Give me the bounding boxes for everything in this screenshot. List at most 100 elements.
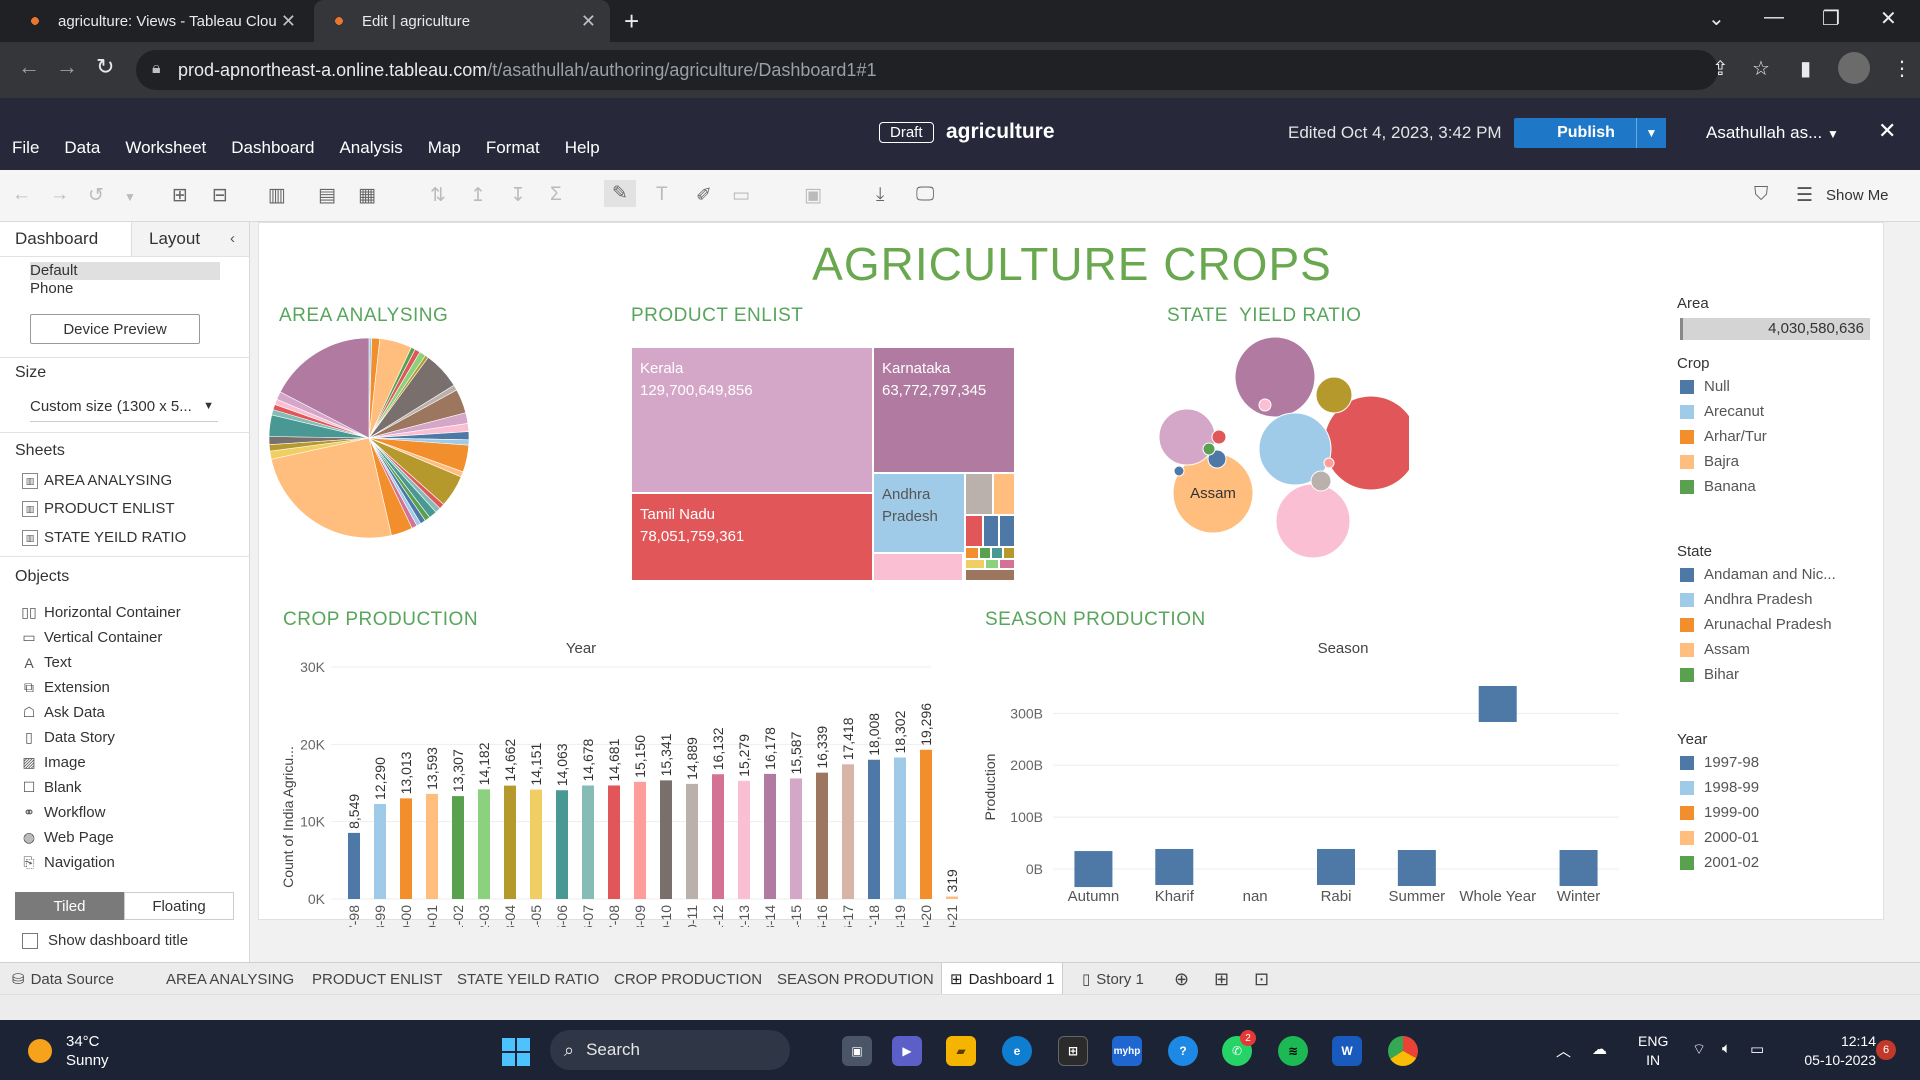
object-image[interactable]: ▨ Image bbox=[20, 754, 85, 771]
reload-icon[interactable]: ↻ bbox=[96, 54, 114, 80]
treemap-cell[interactable] bbox=[965, 473, 993, 515]
file-explorer-icon[interactable]: ▰ bbox=[946, 1036, 976, 1066]
new-worksheet-icon[interactable]: ▥ bbox=[268, 184, 286, 207]
sheet-item-area-analysing[interactable]: ▥ AREA ANALYSING bbox=[22, 472, 172, 489]
treemap-cell-tamil-nadu[interactable]: Tamil Nadu 78,051,759,361 bbox=[631, 493, 873, 581]
show-labels-icon[interactable]: T bbox=[656, 184, 668, 206]
format-workbook-icon[interactable]: ✐ bbox=[696, 184, 712, 207]
object-web-page[interactable]: ◍ Web Page bbox=[20, 829, 114, 846]
tab-area-analysing[interactable]: AREA ANALYSING bbox=[158, 963, 302, 995]
legend-item[interactable]: 1997-98 bbox=[1680, 754, 1759, 771]
pause-updates-icon[interactable]: ⊟ bbox=[212, 184, 228, 207]
system-clock[interactable]: 12:14 05-10-2023 bbox=[1790, 1032, 1876, 1070]
taskbar-search[interactable]: ⌕ Search bbox=[550, 1030, 790, 1070]
device-default[interactable]: Default bbox=[30, 262, 220, 280]
sheet-item-state-yeild-ratio[interactable]: ▥ STATE YEILD RATIO bbox=[22, 529, 186, 546]
tab-season-prodution[interactable]: SEASON PRODUTION bbox=[769, 963, 942, 995]
device-phone[interactable]: Phone bbox=[30, 280, 220, 298]
store-icon[interactable]: ⊞ bbox=[1058, 1036, 1088, 1066]
treemap-cell[interactable] bbox=[999, 559, 1015, 569]
sort-descending-icon[interactable]: ↧ bbox=[510, 184, 526, 207]
legend-item[interactable]: Bajra bbox=[1680, 453, 1739, 470]
show-dashboard-title-checkbox[interactable]: Show dashboard title bbox=[22, 932, 188, 949]
highlight-icon[interactable]: ✎ bbox=[604, 180, 636, 207]
duplicate-sheet-icon[interactable]: ▤ bbox=[318, 184, 336, 207]
treemap-cell[interactable] bbox=[993, 473, 1015, 515]
treemap-cell[interactable] bbox=[979, 547, 991, 559]
object-vertical-container[interactable]: ▭ Vertical Container bbox=[20, 629, 162, 646]
close-tab-icon[interactable]: ✕ bbox=[281, 11, 296, 32]
treemap-cell[interactable] bbox=[873, 553, 963, 581]
edge-icon[interactable]: e bbox=[1002, 1036, 1032, 1066]
bubble[interactable] bbox=[1258, 398, 1272, 412]
treemap-cell[interactable] bbox=[983, 515, 999, 547]
battery-icon[interactable]: ▭ bbox=[1750, 1040, 1764, 1058]
collapse-pane-icon[interactable]: ‹ bbox=[230, 230, 235, 247]
close-window-icon[interactable]: ✕ bbox=[1880, 6, 1897, 31]
legend-item[interactable]: Assam bbox=[1680, 641, 1750, 658]
legend-item[interactable]: Arecanut bbox=[1680, 403, 1764, 420]
season-mark[interactable] bbox=[1074, 851, 1113, 888]
forward-arrow-icon[interactable]: → bbox=[56, 54, 78, 80]
restore-icon[interactable]: ❐ bbox=[1822, 6, 1840, 31]
menu-file[interactable]: File bbox=[12, 138, 39, 158]
state-yield-bubble-chart[interactable]: Assam bbox=[1149, 333, 1409, 583]
season-mark[interactable] bbox=[1397, 850, 1436, 887]
fit-icon[interactable]: ▭ bbox=[732, 184, 750, 207]
tab-dashboard[interactable]: Dashboard bbox=[15, 222, 130, 256]
season-mark[interactable] bbox=[1559, 850, 1598, 887]
side-panel-icon[interactable]: ▮ bbox=[1800, 56, 1811, 81]
device-preview-button[interactable]: Device Preview bbox=[30, 314, 200, 344]
address-bar[interactable]: 🔒︎ prod-apnortheast-a.online.tableau.com… bbox=[136, 50, 1718, 90]
download-icon[interactable]: ⤓ bbox=[876, 184, 884, 206]
new-story-tab-icon[interactable]: ⊡ bbox=[1246, 963, 1277, 995]
bubble[interactable] bbox=[1202, 442, 1216, 456]
legend-item[interactable]: Arunachal Pradesh bbox=[1680, 616, 1832, 633]
legend-item[interactable]: 1999-00 bbox=[1680, 804, 1759, 821]
treemap-cell[interactable] bbox=[999, 515, 1015, 547]
browser-tab-edit[interactable]: Edit | agriculture ✕ bbox=[314, 0, 610, 42]
word-icon[interactable]: W bbox=[1332, 1036, 1362, 1066]
bubble[interactable] bbox=[1275, 483, 1351, 559]
treemap-cell[interactable] bbox=[965, 515, 983, 547]
onedrive-cloud-icon[interactable]: ☁ bbox=[1592, 1040, 1607, 1058]
legend-item[interactable]: 1998-99 bbox=[1680, 779, 1759, 796]
season-mark[interactable] bbox=[1155, 848, 1194, 885]
legend-item[interactable]: Arhar/Tur bbox=[1680, 428, 1767, 445]
object-text[interactable]: A Text bbox=[20, 654, 71, 671]
object-navigation[interactable]: ⎘ Navigation bbox=[20, 854, 115, 871]
season-production-chart[interactable]: Season Production 0B 100B 200B 300B Autumn Khar… bbox=[981, 637, 1631, 917]
sheet-item-product-enlist[interactable]: ▥ PRODUCT ENLIST bbox=[22, 500, 175, 517]
show-hidden-icons-chevron[interactable]: ︿ bbox=[1556, 1040, 1571, 1061]
undo-icon[interactable]: ← bbox=[12, 184, 31, 206]
bubble[interactable] bbox=[1234, 336, 1316, 418]
weather-widget[interactable]: 34°C Sunny bbox=[28, 1032, 109, 1070]
menu-dashboard[interactable]: Dashboard bbox=[231, 138, 314, 158]
clear-sheet-icon[interactable]: ▦ bbox=[358, 184, 376, 207]
treemap-cell[interactable] bbox=[965, 569, 1015, 581]
workbook-name[interactable]: agriculture bbox=[946, 120, 1055, 144]
object-blank[interactable]: ☐ Blank bbox=[20, 779, 82, 796]
device-preview-icon[interactable]: 🖵︎ bbox=[916, 184, 934, 206]
object-workflow[interactable]: ⚭ Workflow bbox=[20, 804, 105, 821]
tiled-toggle[interactable]: Tiled bbox=[15, 892, 124, 920]
redo-icon[interactable]: → bbox=[50, 184, 69, 206]
object-ask-data[interactable]: ☖ Ask Data bbox=[20, 704, 105, 721]
tab-state-yeild-ratio[interactable]: STATE YEILD RATIO bbox=[449, 963, 607, 995]
presentation-mode-icon[interactable]: ▣ bbox=[804, 184, 822, 207]
bubble[interactable] bbox=[1211, 429, 1227, 445]
publish-dropdown-icon[interactable]: ▼ bbox=[1636, 118, 1666, 148]
replay-dropdown-icon[interactable]: ▼ bbox=[124, 190, 136, 204]
bubble[interactable] bbox=[1315, 376, 1353, 414]
new-worksheet-tab-icon[interactable]: ⊕ bbox=[1166, 963, 1197, 995]
tab-data-source[interactable]: ⛁ Data Source bbox=[4, 963, 122, 995]
back-arrow-icon[interactable]: ← bbox=[18, 54, 40, 80]
tab-crop-production[interactable]: CROP PRODUCTION bbox=[606, 963, 770, 995]
object-data-story[interactable]: ▯ Data Story bbox=[20, 729, 115, 746]
floating-toggle[interactable]: Floating bbox=[124, 892, 234, 920]
object-horizontal-container[interactable]: ▯▯ Horizontal Container bbox=[20, 604, 180, 621]
bubble[interactable] bbox=[1173, 465, 1185, 477]
filter-pin-icon[interactable]: ⛉ bbox=[1754, 184, 1768, 206]
language-indicator[interactable]: ENG IN bbox=[1638, 1032, 1668, 1070]
teams-icon[interactable]: ▶ bbox=[892, 1036, 922, 1066]
